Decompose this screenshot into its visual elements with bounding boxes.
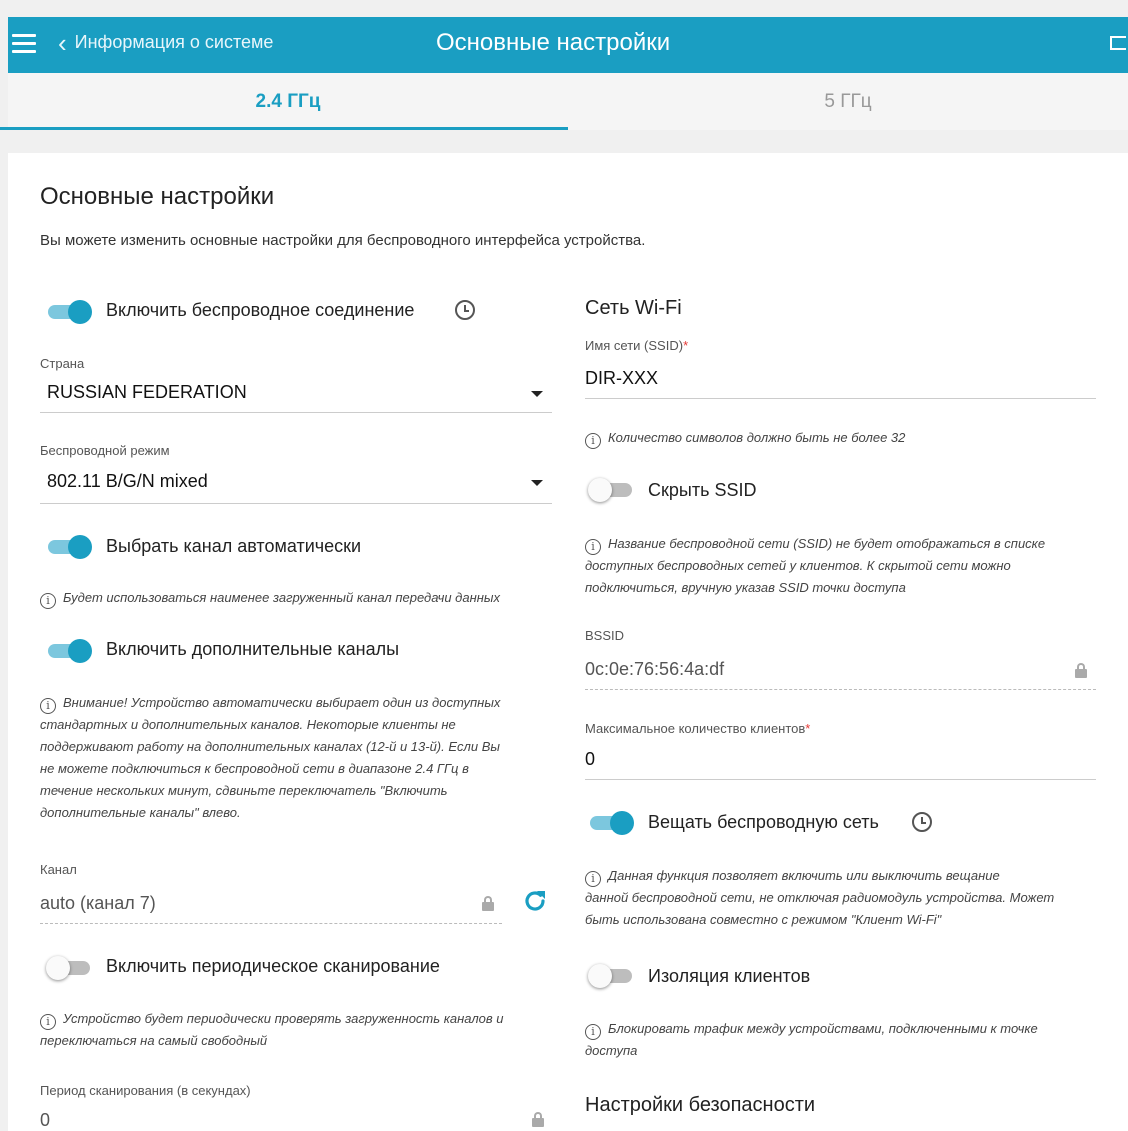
isolation-hint: i Блокировать трафик между устройствами, …	[585, 1021, 1038, 1058]
info-icon: i	[585, 871, 601, 887]
max-clients-label: Максимальное количество клиентов*	[585, 721, 811, 736]
country-underline	[40, 412, 552, 413]
enable-wireless-label: Включить беспроводное соединение	[106, 300, 415, 320]
back-link-label: Информация о системе	[74, 32, 274, 52]
country-select[interactable]: RUSSIAN FEDERATION	[47, 382, 247, 403]
mode-label: Беспроводной режим	[40, 443, 170, 458]
channel-value: auto (канал 7)	[40, 893, 156, 913]
info-icon: i	[585, 1024, 601, 1040]
bssid-value: 0c:0e:76:56:4a:df	[585, 659, 725, 679]
hide-ssid-label: Скрыть SSID	[648, 480, 757, 500]
back-link[interactable]: ‹ Информация о системе	[58, 27, 274, 58]
max-clients-input[interactable]: 0	[585, 749, 595, 770]
tab-5ghz[interactable]: 5 ГГц	[568, 73, 1128, 130]
tab-2-4ghz[interactable]: 2.4 ГГц	[8, 73, 568, 130]
mail-icon[interactable]	[1110, 36, 1126, 50]
info-icon: i	[585, 539, 601, 555]
refresh-icon[interactable]	[522, 888, 548, 914]
ssid-label: Имя сети (SSID)*	[585, 338, 689, 353]
chevron-down-icon[interactable]	[531, 480, 543, 486]
enable-wireless-toggle[interactable]	[46, 300, 92, 324]
info-icon: i	[40, 1014, 56, 1030]
top-bar: ‹ Информация о системе Основные настройк…	[8, 17, 1128, 73]
lock-icon	[482, 896, 494, 911]
channel-underline	[40, 923, 502, 924]
info-icon: i	[40, 593, 56, 609]
broadcast-label: Вещать беспроводную сеть	[648, 812, 879, 832]
auto-channel-toggle[interactable]	[46, 535, 92, 559]
section-title: Основные настройки	[40, 183, 275, 210]
ssid-hint: i Количество символов должно быть не боле…	[585, 427, 905, 449]
extra-channels-label: Включить дополнительные каналы	[106, 639, 400, 659]
active-tab-indicator	[0, 127, 568, 130]
broadcast-hint: i Данная функция позволяет включить или в…	[585, 868, 1055, 927]
hide-ssid-hint: i Название беспроводной сети (SSID) не бу…	[585, 536, 1046, 595]
hide-ssid-toggle[interactable]	[588, 478, 634, 502]
periodic-scan-label: Включить периодическое сканирование	[106, 956, 440, 976]
auto-channel-hint: i Будет использоваться наименее загруженн…	[40, 587, 500, 609]
band-tabs: 2.4 ГГц 5 ГГц	[8, 73, 1128, 130]
ssid-input[interactable]: DIR-XXX	[585, 368, 658, 389]
periodic-scan-hint: i Устройство будет периодически проверять…	[40, 1011, 504, 1048]
info-icon: i	[585, 433, 601, 449]
section-intro: Вы можете изменить основные настройки дл…	[40, 232, 646, 249]
scan-period-label: Период сканирования (в секундах)	[40, 1083, 251, 1098]
extra-channels-toggle[interactable]	[46, 639, 92, 663]
schedule-clock-icon[interactable]	[455, 300, 475, 320]
mode-underline	[40, 503, 552, 504]
bssid-underline	[585, 689, 1096, 690]
periodic-scan-toggle[interactable]	[46, 956, 92, 980]
bssid-label: BSSID	[585, 628, 625, 643]
isolation-label: Изоляция клиентов	[648, 966, 811, 986]
scan-period-input[interactable]: 0	[40, 1110, 50, 1131]
auto-channel-label: Выбрать канал автоматически	[106, 536, 362, 556]
extra-channels-hint: i Внимание! Устройство автоматически выби…	[40, 695, 501, 820]
security-section-title: Настройки безопасности	[585, 1094, 816, 1116]
menu-icon[interactable]	[12, 34, 36, 54]
schedule-clock-icon[interactable]	[912, 812, 932, 832]
lock-icon	[1075, 663, 1087, 678]
isolation-toggle[interactable]	[588, 964, 634, 988]
mode-select[interactable]: 802.11 B/G/N mixed	[47, 471, 208, 492]
channel-label: Канал	[40, 862, 77, 877]
page-title: Основные настройки	[436, 29, 671, 56]
wifi-section-title: Сеть Wi-Fi	[585, 297, 682, 319]
chevron-left-icon: ‹	[58, 27, 67, 58]
country-label: Страна	[40, 356, 85, 371]
max-clients-underline	[585, 779, 1096, 780]
broadcast-toggle[interactable]	[588, 811, 634, 835]
ssid-underline	[585, 398, 1096, 399]
chevron-down-icon[interactable]	[531, 391, 543, 397]
lock-icon	[532, 1112, 544, 1127]
info-icon: i	[40, 698, 56, 714]
